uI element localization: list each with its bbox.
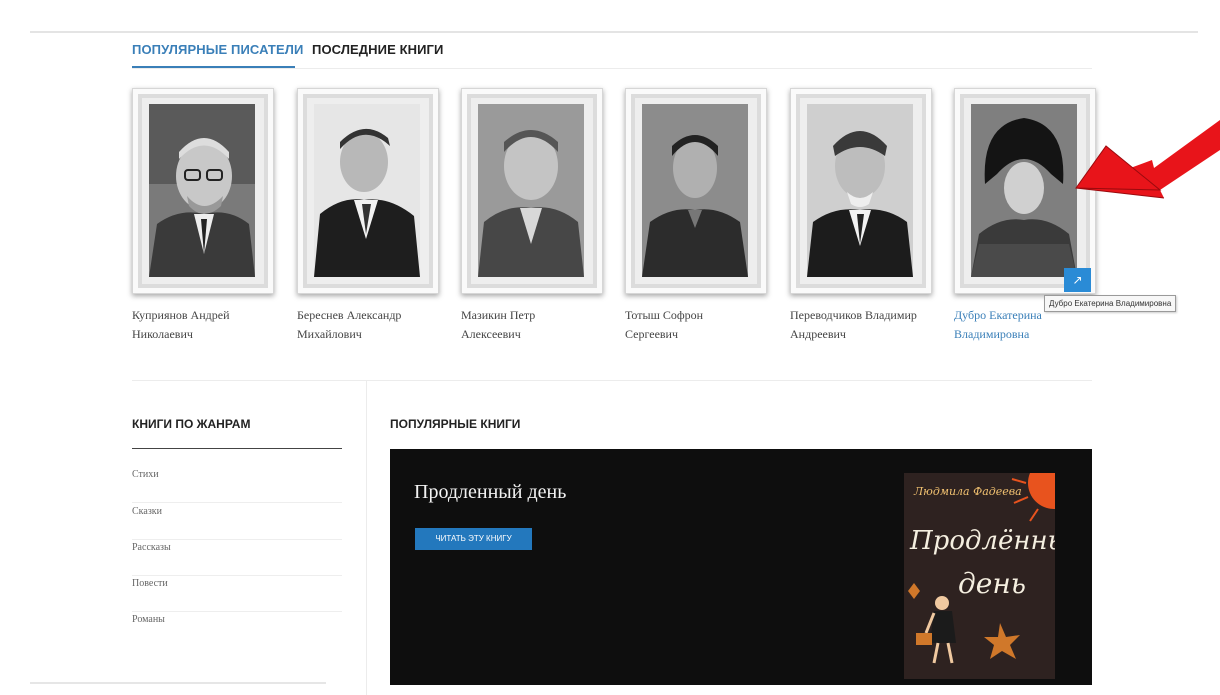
author-name-line1: Береснев Александр	[297, 308, 402, 322]
genre-label: Сказки	[132, 506, 162, 517]
section-divider	[132, 380, 1092, 381]
external-link-button[interactable]: ↗	[1064, 268, 1091, 292]
bottom-divider	[30, 682, 326, 684]
genre-item-novels[interactable]: Романы	[132, 612, 342, 648]
author-name-line1: Переводчиков Владимир	[790, 308, 917, 322]
popular-books-title: ПОПУЛЯРНЫЕ КНИГИ	[390, 417, 521, 431]
featured-book-title: Продленный день	[414, 481, 567, 503]
tab-latest-books[interactable]: ПОСЛЕДНИЕ КНИГИ	[312, 42, 443, 57]
author-photo-frame[interactable]	[461, 88, 603, 294]
red-arrow-annotation	[1075, 120, 1220, 199]
author-name-line2: Владимировна	[954, 327, 1030, 341]
genre-label: Романы	[132, 614, 165, 625]
author-name-line2: Алексеевич	[461, 327, 521, 341]
author-name-line2: Николаевич	[132, 327, 193, 341]
genre-label: Повести	[132, 578, 168, 589]
author-portrait	[807, 104, 913, 277]
author-name[interactable]: Переводчиков Владимир Андреевич	[790, 306, 950, 344]
author-name-line2: Михайлович	[297, 327, 362, 341]
top-divider	[30, 31, 1198, 33]
genres-title: КНИГИ ПО ЖАНРАМ	[132, 417, 251, 431]
author-name[interactable]: Мазикин Петр Алексеевич	[461, 306, 621, 344]
external-link-icon: ↗	[1072, 273, 1083, 287]
author-name[interactable]: Тотыш Софрон Сергеевич	[625, 306, 785, 344]
author-name[interactable]: Куприянов Андрей Николаевич	[132, 306, 292, 344]
read-book-button[interactable]: ЧИТАТЬ ЭТУ КНИГУ	[415, 528, 532, 550]
genre-label: Стихи	[132, 469, 159, 480]
author-photo-frame[interactable]	[297, 88, 439, 294]
featured-book-banner: Продленный день ЧИТАТЬ ЭТУ КНИГУ Людмила…	[390, 449, 1092, 685]
author-photo-frame[interactable]	[132, 88, 274, 294]
author-photo-frame[interactable]	[790, 88, 932, 294]
book-cover[interactable]: Людмила Фадеева Продлённый день	[904, 473, 1055, 679]
genre-item-stories[interactable]: Рассказы	[132, 540, 342, 576]
genre-item-novellas[interactable]: Повести	[132, 576, 342, 612]
author-name-line1: Мазикин Петр	[461, 308, 536, 322]
author-portrait	[642, 104, 748, 277]
author-name-line2: Сергеевич	[625, 327, 679, 341]
author-portrait	[149, 104, 255, 277]
genre-label: Рассказы	[132, 542, 171, 553]
tab-popular-writers[interactable]: ПОПУЛЯРНЫЕ ПИСАТЕЛИ	[132, 42, 303, 57]
cover-title-text-2: день	[958, 567, 1026, 600]
author-name-line2: Андреевич	[790, 327, 846, 341]
author-name-line1: Тотыш Софрон	[625, 308, 704, 322]
author-portrait	[478, 104, 584, 277]
genre-item-poems[interactable]: Стихи	[132, 467, 342, 503]
column-divider	[366, 381, 367, 695]
author-photo-frame[interactable]	[625, 88, 767, 294]
author-tooltip: Дубро Екатерина Владимировна	[1044, 295, 1177, 312]
tabs-divider	[132, 68, 1092, 69]
author-name-line1: Куприянов Андрей	[132, 308, 230, 322]
author-name[interactable]: Береснев Александр Михайлович	[297, 306, 457, 344]
cover-title-text: Продлённый	[909, 526, 1055, 556]
cover-author-text: Людмила Фадеева	[913, 485, 1022, 498]
genre-separator	[132, 502, 342, 503]
author-portrait	[314, 104, 420, 277]
genre-item-fairy-tales[interactable]: Сказки	[132, 504, 342, 540]
genres-title-underline	[132, 448, 342, 449]
